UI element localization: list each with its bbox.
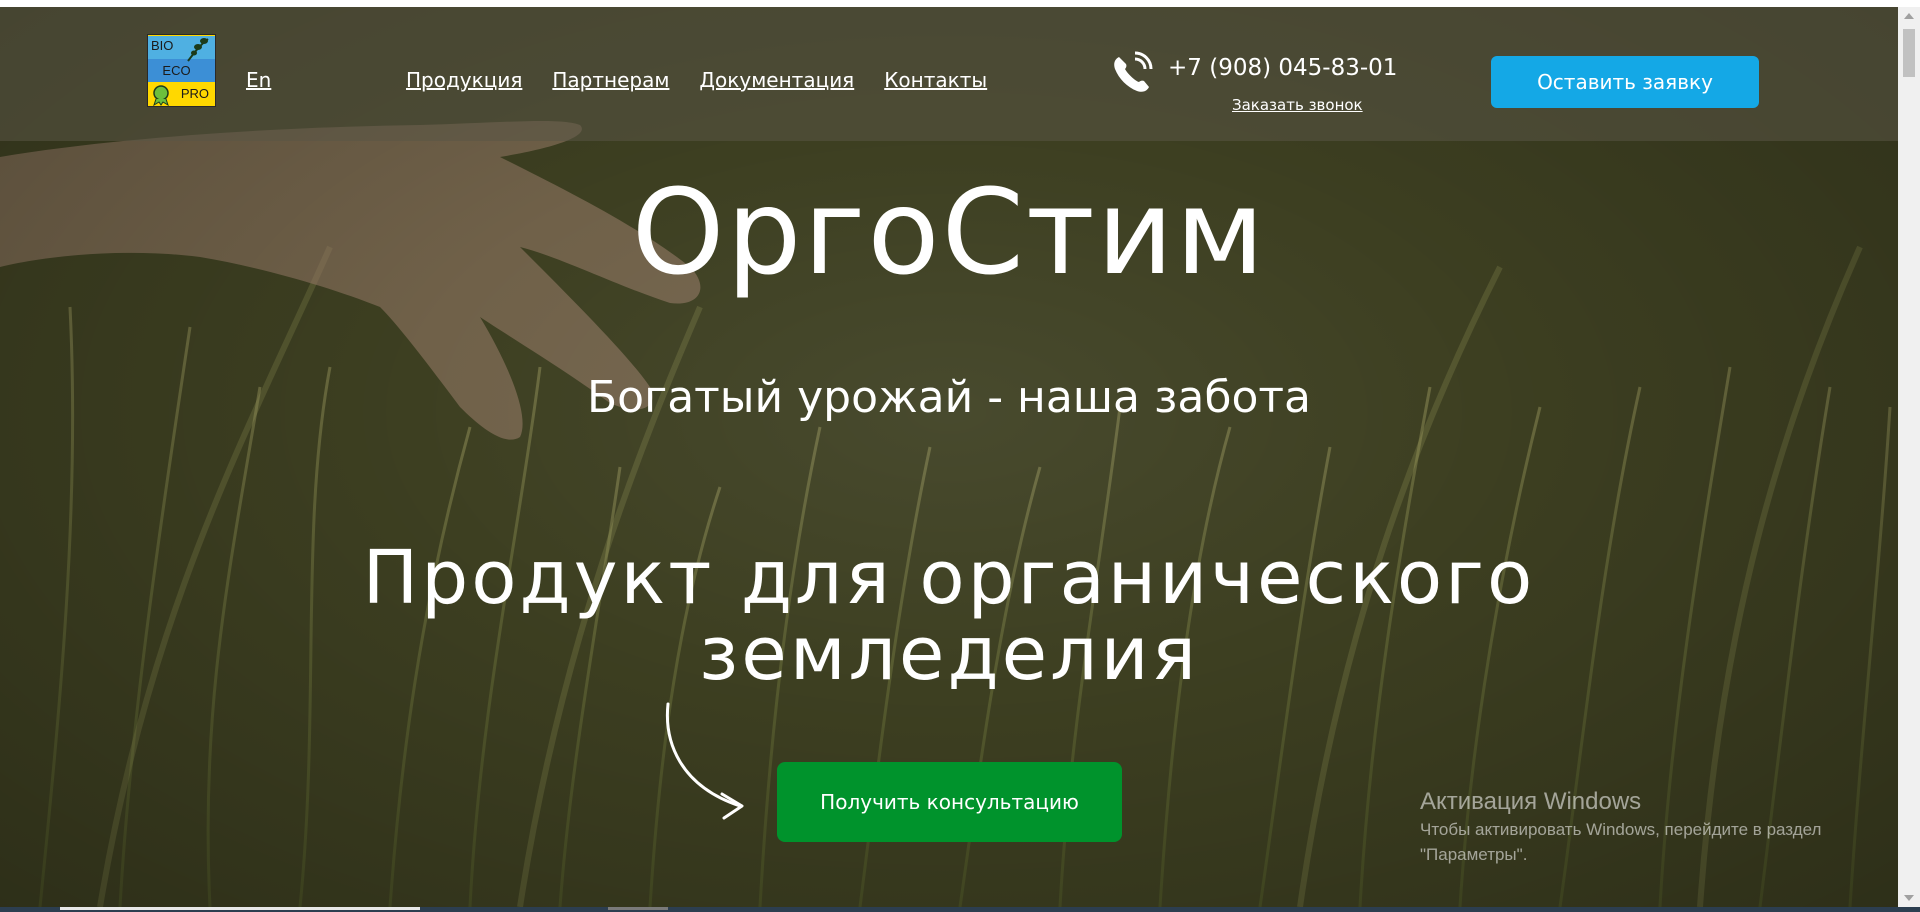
badge-icon [153, 85, 169, 106]
scroll-up-arrow-icon[interactable] [1904, 13, 1914, 19]
hero-section: BIO ECO PRO En Продукция Партнерам Докум… [0, 7, 1898, 907]
bio-eco-pro-logo[interactable]: BIO ECO PRO [147, 34, 216, 107]
nav-link-products[interactable]: Продукция [406, 68, 522, 92]
page: BIO ECO PRO En Продукция Партнерам Докум… [0, 0, 1920, 912]
nav-link-partners[interactable]: Партнерам [552, 68, 669, 92]
page-scrollbar[interactable] [1898, 7, 1920, 907]
headline-line-2: земледелия [698, 611, 1200, 697]
headline-line-1: Продукт для органического [362, 535, 1536, 621]
phone-icon [1114, 51, 1153, 92]
nav-link-contacts[interactable]: Контакты [884, 68, 987, 92]
hero-headline: Продукт для органического земледелия [0, 540, 1898, 692]
olive-branch-icon [187, 38, 209, 62]
nav-link-documentation[interactable]: Документация [699, 68, 854, 92]
windows-activation-watermark: Активация Windows Чтобы активировать Win… [1420, 787, 1821, 867]
get-consultation-button[interactable]: Получить консультацию [777, 762, 1122, 842]
main-nav: Продукция Партнерам Документация Контакт… [406, 68, 987, 92]
phone-number[interactable]: +7 (908) 045-83-01 [1168, 55, 1397, 81]
bottom-progress-strip [0, 907, 1920, 912]
language-switch-link[interactable]: En [246, 68, 271, 92]
scroll-down-arrow-icon[interactable] [1904, 895, 1914, 901]
browser-top-strip [0, 0, 1920, 7]
windows-activation-line-1: Чтобы активировать Windows, перейдите в … [1420, 820, 1822, 839]
windows-activation-heading: Активация Windows [1420, 788, 1642, 815]
windows-activation-line-2: "Параметры". [1420, 845, 1528, 864]
bottom-strip-segment [608, 907, 668, 910]
leave-request-button[interactable]: Оставить заявку [1491, 56, 1759, 108]
hero-title: ОргоСтим [631, 163, 1267, 301]
scrollbar-thumb[interactable] [1903, 29, 1915, 77]
request-callback-link[interactable]: Заказать звонок [1232, 96, 1363, 114]
bottom-strip-segment [60, 907, 420, 910]
curved-arrow-icon [665, 702, 744, 820]
hero-subtitle: Богатый урожай - наша забота [586, 372, 1312, 423]
